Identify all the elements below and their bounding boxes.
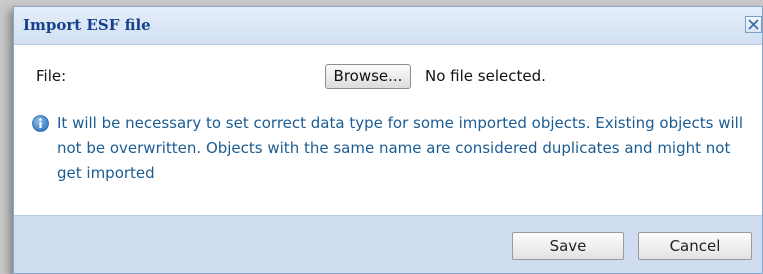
- info-icon: [32, 115, 49, 132]
- cancel-button[interactable]: Cancel: [638, 232, 752, 260]
- save-button[interactable]: Save: [512, 232, 624, 260]
- file-label: File:: [36, 67, 67, 85]
- info-message: It will be necessary to set correct data…: [57, 114, 743, 182]
- close-icon: [748, 19, 759, 30]
- dialog-footer: Save Cancel: [14, 215, 762, 273]
- browse-button[interactable]: Browse...: [325, 64, 411, 89]
- dialog-titlebar: Import ESF file: [14, 7, 762, 45]
- close-button[interactable]: [745, 16, 762, 33]
- dialog-title: Import ESF file: [23, 16, 151, 34]
- file-status-text: No file selected.: [425, 67, 546, 85]
- import-esf-dialog: Import ESF file File: Browse... No file …: [13, 6, 763, 274]
